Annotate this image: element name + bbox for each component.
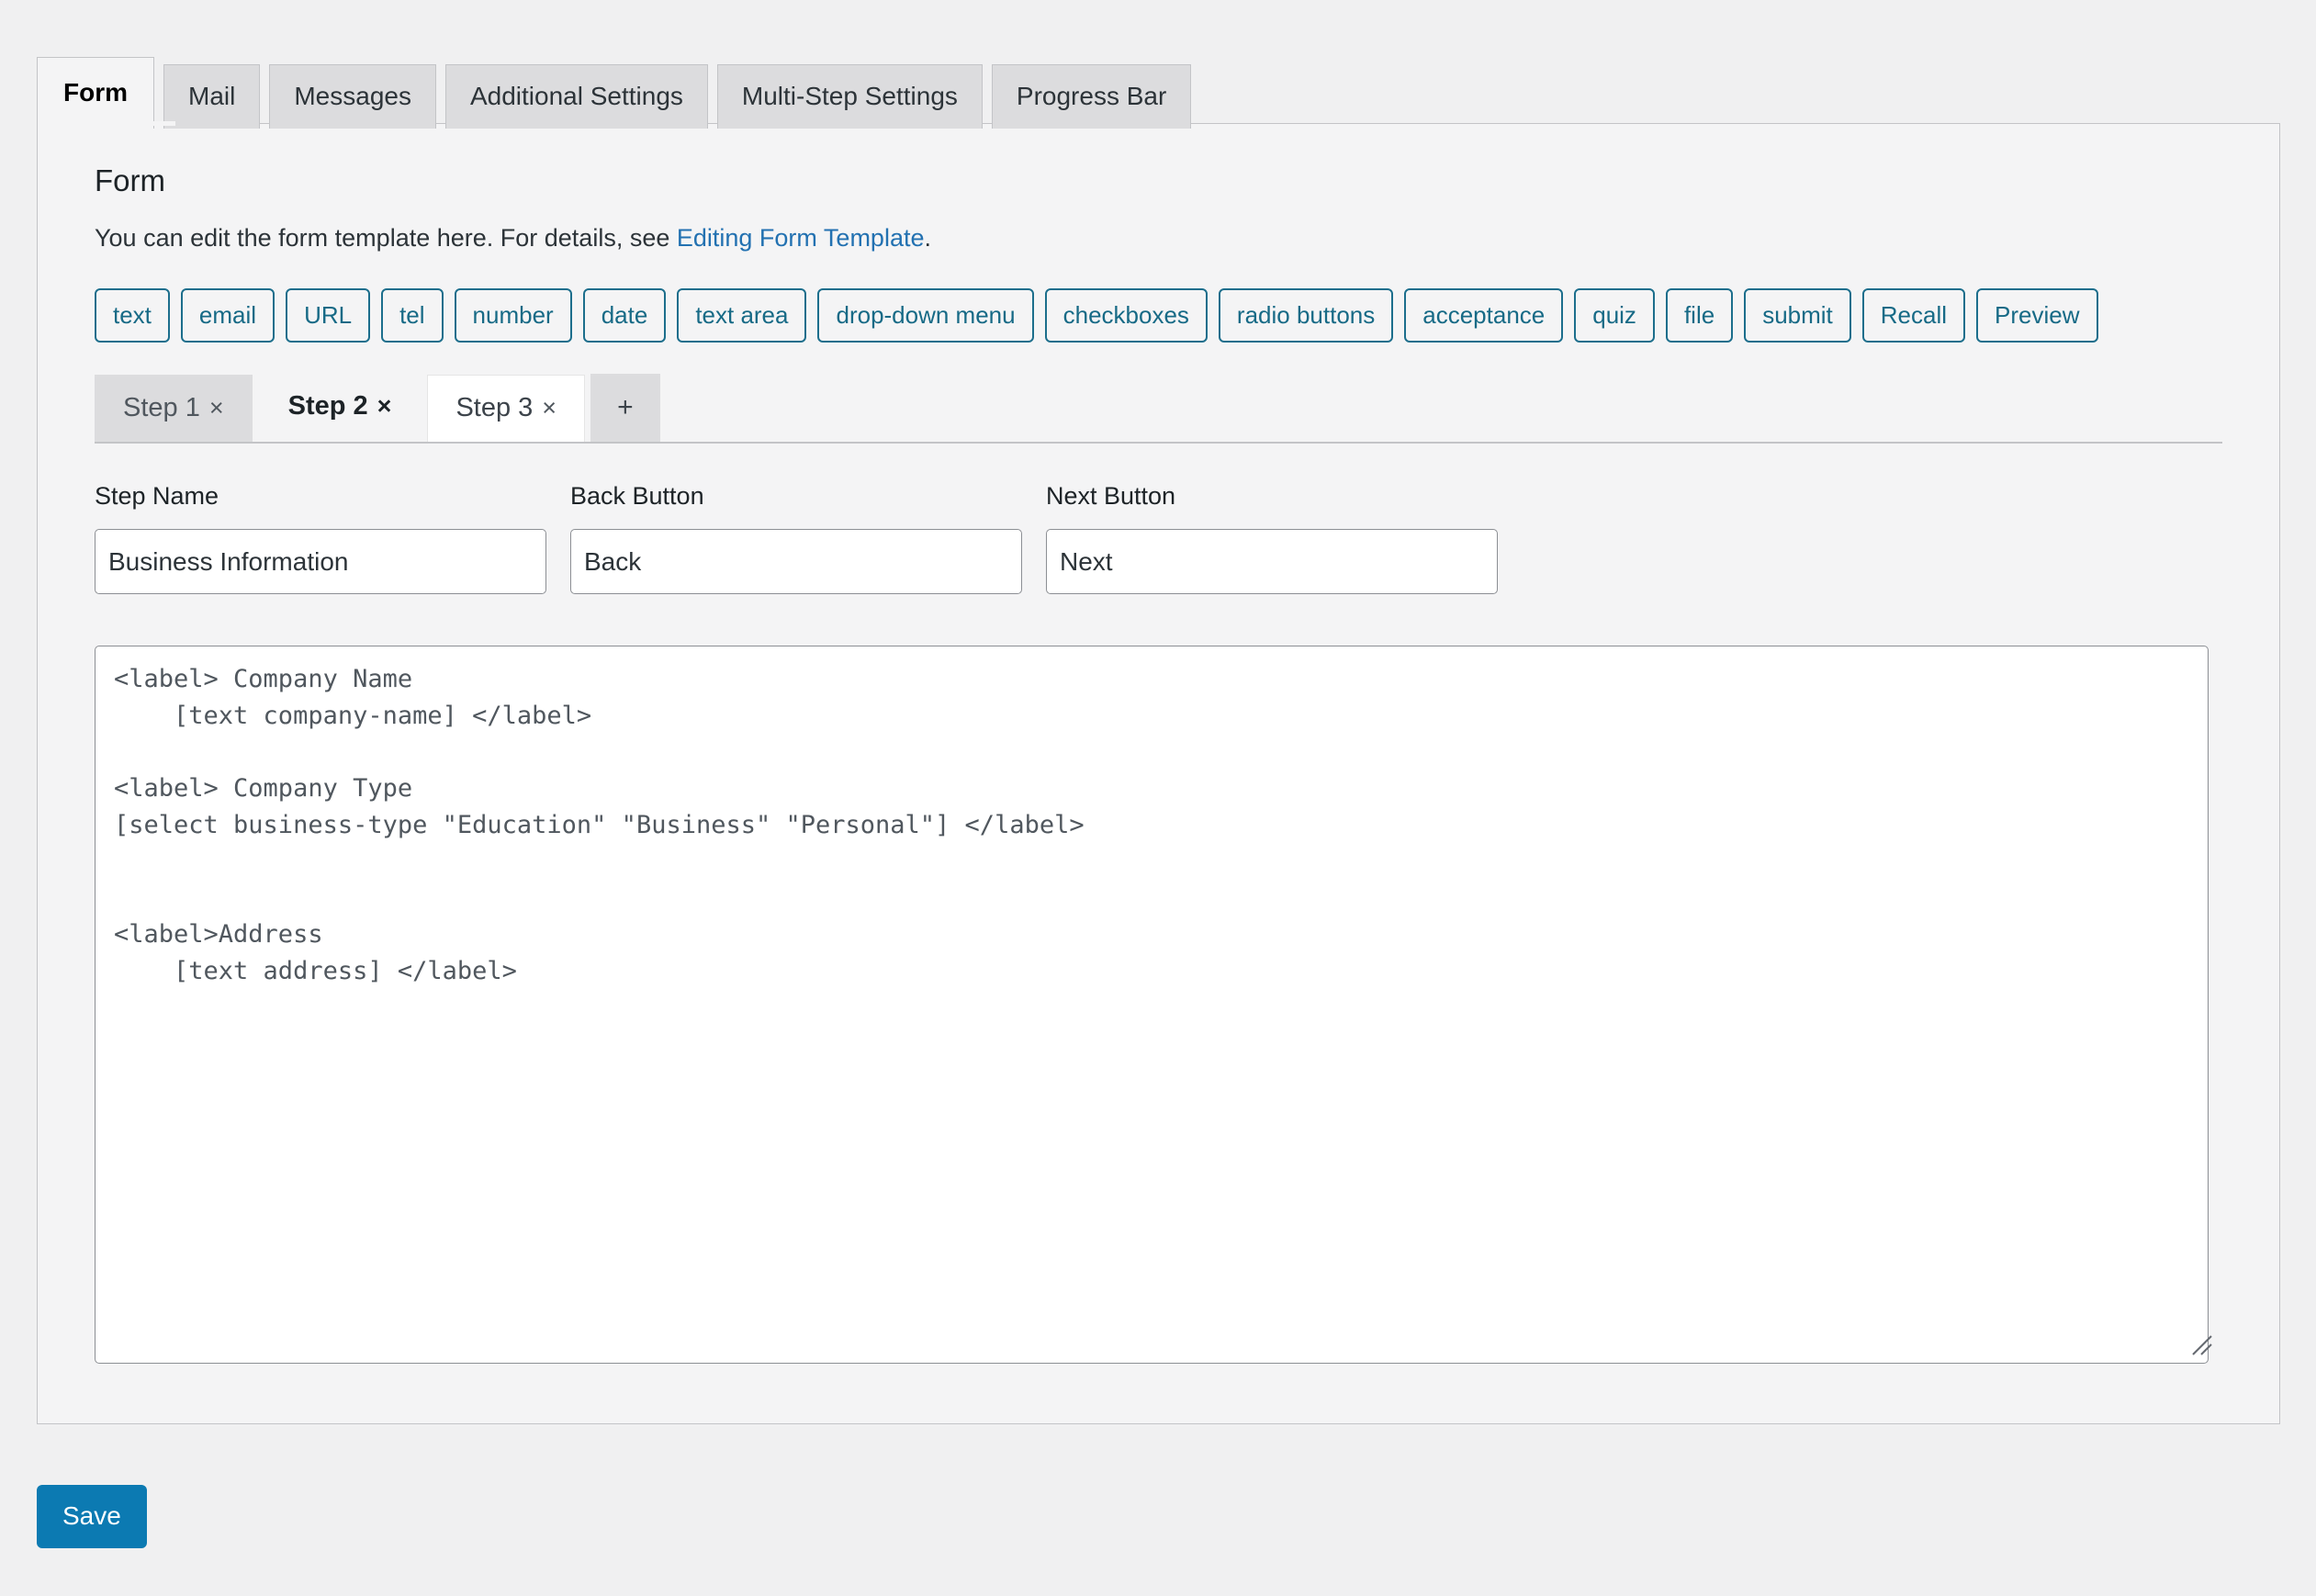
- editing-form-template-link[interactable]: Editing Form Template: [677, 224, 925, 252]
- form-panel-body: Form You can edit the form template here…: [38, 124, 2279, 1365]
- step-tab-2-close-icon[interactable]: ×: [377, 392, 392, 420]
- tag-button-text[interactable]: text: [95, 288, 170, 343]
- form-template-editor: <label> Company Name [text company-name]…: [95, 646, 2222, 1365]
- tag-button-recall[interactable]: Recall: [1861, 288, 1966, 343]
- next-button-input[interactable]: [1046, 529, 1498, 595]
- form-editor-screen: Form Mail Messages Additional Settings M…: [0, 0, 2316, 1596]
- back-button-field-group: Back Button: [570, 482, 1022, 595]
- tag-button-submit[interactable]: submit: [1744, 288, 1851, 343]
- step-tab-list: Step 1 × Step 2 × Step 3 × +: [95, 370, 2222, 443]
- tab-mail-label: Mail: [188, 82, 236, 110]
- step-settings-row: Step Name Back Button Next Button: [95, 482, 2222, 595]
- step-tab-1-close-icon[interactable]: ×: [209, 394, 224, 421]
- section-description-period: .: [924, 223, 931, 252]
- step-tab-3-close-icon[interactable]: ×: [542, 394, 557, 421]
- tab-additional-settings-label: Additional Settings: [469, 82, 683, 110]
- tag-button-text-area[interactable]: text area: [677, 288, 807, 343]
- tab-mail[interactable]: Mail: [163, 64, 261, 129]
- tab-additional-settings[interactable]: Additional Settings: [444, 64, 708, 129]
- step-tab-2-label: Step 2: [287, 391, 368, 421]
- panel-tab-list: Form Mail Messages Additional Settings M…: [37, 57, 1192, 129]
- tag-button-number[interactable]: number: [454, 288, 572, 343]
- tag-button-radio-buttons[interactable]: radio buttons: [1218, 288, 1394, 343]
- step-name-input[interactable]: [95, 529, 546, 595]
- save-button[interactable]: Save: [37, 1485, 147, 1548]
- tag-button-drop-down-menu[interactable]: drop-down menu: [817, 288, 1034, 343]
- tab-messages[interactable]: Messages: [269, 64, 436, 129]
- step-tab-2[interactable]: Step 2 ×: [257, 370, 422, 443]
- tab-form[interactable]: Form: [37, 57, 154, 129]
- tag-generator-list: text email URL tel number date text area…: [95, 288, 2222, 343]
- tag-button-quiz[interactable]: quiz: [1574, 288, 1655, 343]
- form-template-textarea[interactable]: <label> Company Name [text company-name]…: [95, 646, 2209, 1365]
- form-panel: Form You can edit the form template here…: [37, 123, 2280, 1424]
- section-description: You can edit the form template here. For…: [95, 221, 2222, 256]
- add-step-button[interactable]: +: [590, 374, 660, 443]
- tag-button-date[interactable]: date: [582, 288, 667, 343]
- tag-button-file[interactable]: file: [1665, 288, 1734, 343]
- step-tab-3[interactable]: Step 3 ×: [427, 375, 586, 443]
- tag-button-email[interactable]: email: [180, 288, 275, 343]
- section-description-text: You can edit the form template here. For…: [95, 223, 677, 252]
- tag-button-checkboxes[interactable]: checkboxes: [1044, 288, 1208, 343]
- step-name-label: Step Name: [95, 482, 219, 511]
- next-button-field-group: Next Button: [1046, 482, 1498, 595]
- tab-multi-step-settings-label: Multi-Step Settings: [741, 82, 958, 110]
- step-tab-1-label: Step 1: [123, 393, 200, 423]
- tab-progress-bar-label: Progress Bar: [1016, 82, 1167, 110]
- step-tab-3-label: Step 3: [455, 393, 534, 423]
- back-button-label: Back Button: [570, 482, 704, 511]
- next-button-label: Next Button: [1046, 482, 1176, 511]
- step-tab-bar: Step 1 × Step 2 × Step 3 × +: [95, 370, 2222, 444]
- tag-button-acceptance[interactable]: acceptance: [1404, 288, 1564, 343]
- page-title: Form: [95, 163, 165, 197]
- tag-button-preview[interactable]: Preview: [1976, 288, 2098, 343]
- tab-form-label: Form: [63, 78, 128, 107]
- step-tab-1[interactable]: Step 1 ×: [95, 375, 253, 443]
- tab-progress-bar[interactable]: Progress Bar: [991, 64, 1192, 129]
- tab-messages-label: Messages: [294, 82, 411, 110]
- tab-multi-step-settings[interactable]: Multi-Step Settings: [716, 64, 983, 129]
- step-name-field-group: Step Name: [95, 482, 546, 595]
- back-button-input[interactable]: [570, 529, 1022, 595]
- tag-button-url[interactable]: URL: [286, 288, 371, 343]
- active-tab-merge-mask: [65, 121, 175, 126]
- tag-button-tel[interactable]: tel: [381, 288, 444, 343]
